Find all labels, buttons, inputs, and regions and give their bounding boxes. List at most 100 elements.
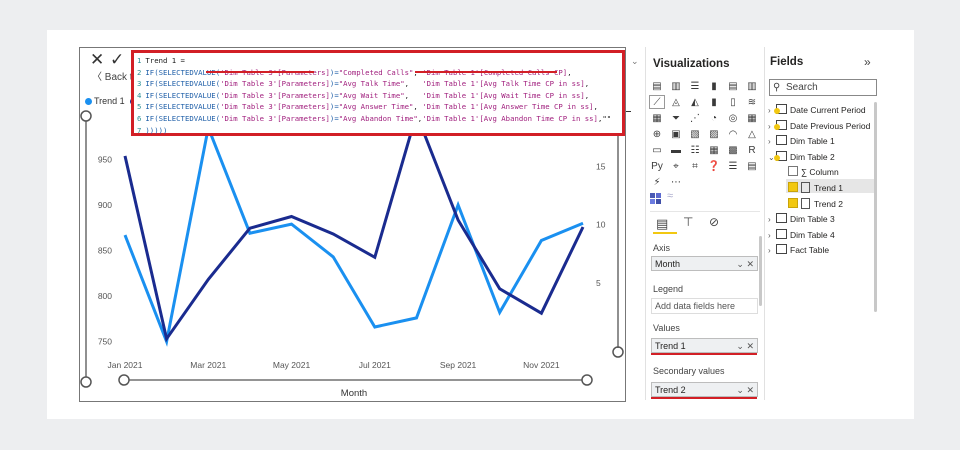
table-item[interactable]: ⌄ Dim Table 2 — [768, 150, 835, 162]
ribbon-chart-icon[interactable]: ≋ — [745, 96, 759, 108]
series-line-1 — [123, 122, 584, 347]
formula-line[interactable]: 6 IF(SELECTEDVALUE('Dim Table 3'[Paramete… — [137, 113, 622, 125]
formula-line[interactable]: 3 IF(SELECTEDVALUE('Dim Table 3'[Paramete… — [137, 78, 622, 90]
formula-token: , — [593, 102, 598, 112]
multirow-card-icon[interactable]: ▬ — [669, 144, 683, 156]
python-visual-icon[interactable]: Py — [650, 160, 664, 172]
stacked-area-icon[interactable]: ◭ — [688, 96, 702, 108]
chevron-right-icon[interactable]: › — [768, 137, 776, 146]
well-controls-icon[interactable]: ⌄ ✕ — [736, 339, 754, 354]
expand-formula-chevron-icon[interactable]: ⌄ — [631, 56, 639, 67]
clustered-column-icon[interactable]: ▮ — [707, 80, 721, 92]
vertical-slider-top-handle[interactable] — [80, 110, 92, 122]
formula-divider — [626, 111, 631, 112]
horizontal-slider-left-handle[interactable] — [118, 374, 130, 386]
line-column-icon[interactable]: ▮ — [707, 96, 721, 108]
secondary-values-highlight-underline — [651, 397, 757, 399]
formula-token: IF(SELECTEDVALUE( — [145, 79, 221, 89]
filled-map-icon[interactable]: ▣ — [669, 128, 683, 140]
chevron-right-icon[interactable]: › — [768, 246, 776, 255]
map-icon[interactable]: ⊕ — [650, 128, 664, 140]
table-item[interactable]: › Date Previous Period — [768, 119, 870, 131]
chevron-right-icon[interactable]: › — [768, 215, 776, 224]
arcgis-icon[interactable]: ▨ — [707, 128, 721, 140]
well-controls-icon[interactable]: ⌄ ✕ — [736, 383, 754, 398]
secondary-values-well-header: Secondary values — [653, 366, 725, 376]
100-column-icon[interactable]: ▥ — [745, 80, 759, 92]
shape-map-icon[interactable]: ▧ — [688, 128, 702, 140]
secondary-slider-bottom-handle[interactable] — [612, 346, 624, 358]
analytics-tab-icon[interactable]: ⊘ — [709, 215, 719, 229]
paginated-icon[interactable]: ▤ — [745, 160, 759, 172]
field-checkbox[interactable] — [788, 166, 798, 177]
viz-pane-scrollbar[interactable] — [759, 236, 762, 306]
narrative-icon[interactable]: ☰ — [726, 160, 740, 172]
slicer-icon[interactable]: ☷ — [688, 144, 702, 156]
formula-line[interactable]: 4 IF(SELECTEDVALUE('Dim Table 3'[Paramete… — [137, 90, 622, 102]
treemap-icon[interactable]: ▦ — [745, 112, 759, 124]
collapse-pane-icon[interactable]: » — [864, 55, 871, 69]
gauge-icon[interactable]: ◠ — [726, 128, 740, 140]
fields-search-input[interactable]: ⚲ Search — [769, 79, 877, 96]
table-item[interactable]: › Dim Table 4 — [768, 228, 835, 240]
axis-well-field[interactable]: Month ⌄ ✕ — [651, 256, 758, 271]
card-icon[interactable]: ▭ — [650, 144, 664, 156]
field-label: Dim Table 2 — [790, 151, 835, 162]
formula-token: "Completed Calls" — [338, 67, 414, 77]
field-checkbox[interactable] — [788, 197, 798, 208]
stacked-column-icon[interactable]: ▥ — [669, 80, 683, 92]
stacked-bar-icon[interactable]: ▤ — [650, 80, 664, 92]
table-icon — [774, 150, 787, 161]
kpi-icon[interactable]: △ — [745, 128, 759, 140]
key-influencers-icon[interactable]: ⌖ — [669, 160, 683, 172]
x-tick-label: Sep 2021 — [440, 360, 477, 370]
formula-line[interactable]: 5 IF(SELECTEDVALUE('Dim Table 3'[Paramete… — [137, 101, 622, 113]
vertical-slider-bottom-handle[interactable] — [80, 376, 92, 388]
qa-icon[interactable]: ❓ — [707, 160, 721, 172]
line-chart-icon[interactable]: ⟋ — [649, 95, 665, 109]
table-item[interactable]: › Dim Table 3 — [768, 213, 835, 224]
chevron-right-icon[interactable]: › — [768, 231, 776, 240]
legend-well-dropzone[interactable]: Add data fields here — [651, 298, 758, 314]
horizontal-slider-right-handle[interactable] — [581, 374, 593, 386]
100-bar-icon[interactable]: ▤ — [726, 80, 740, 92]
values-well-field[interactable]: Trend 1 ⌄ ✕ — [651, 338, 758, 353]
table-icon[interactable]: ▦ — [707, 144, 721, 156]
area-chart-icon[interactable]: ◬ — [669, 96, 683, 108]
matrix-icon[interactable]: ▩ — [726, 144, 740, 156]
well-controls-icon[interactable]: ⌄ ✕ — [736, 257, 754, 272]
field-item[interactable]: Trend 2 — [788, 197, 843, 209]
custom-visual-icon[interactable] — [650, 193, 662, 205]
ai-visual-icon[interactable]: ≈ — [667, 190, 673, 202]
decomposition-icon[interactable]: ⌗ — [688, 160, 702, 172]
formula-line[interactable]: 7))))) — [137, 125, 622, 137]
waterfall-icon[interactable]: ▦ — [650, 112, 664, 124]
format-tab-icon[interactable]: ⊤ — [683, 215, 693, 229]
power-apps-icon[interactable]: ⚡ — [650, 176, 664, 188]
donut-icon[interactable]: ◎ — [726, 112, 740, 124]
table-item[interactable]: › Dim Table 1 — [768, 135, 835, 146]
line-clustered-icon[interactable]: ▯ — [726, 96, 740, 108]
table-item[interactable]: › Date Current Period — [768, 104, 866, 115]
r-visual-icon[interactable]: R — [745, 144, 759, 156]
fields-tab-icon[interactable]: ▤ — [656, 216, 668, 232]
table-item[interactable]: › Fact Table — [768, 244, 829, 255]
fields-pane-scrollbar[interactable] — [874, 102, 877, 312]
field-checkbox[interactable] — [788, 182, 798, 192]
more-visuals-icon[interactable]: ⋯ — [669, 176, 683, 188]
x-axis-title: Month — [341, 388, 367, 399]
pie-icon[interactable]: ◔ — [707, 112, 721, 124]
legend-well-header: Legend — [653, 284, 684, 294]
formula-token: "Avg Answer Time" — [338, 102, 414, 112]
table-icon — [776, 213, 787, 224]
dax-formula-editor[interactable]: 1Trend 1 =2IF(SELECTEDVALUE('Dim Table 3… — [131, 50, 625, 136]
formula-token: 'Dim Table 3'[Parameters] — [220, 113, 330, 123]
field-item[interactable]: Trend 1 — [788, 182, 843, 193]
secondary-values-well-field[interactable]: Trend 2 ⌄ ✕ — [651, 382, 758, 397]
formula-line[interactable]: 1 Trend 1 = — [137, 55, 622, 67]
scatter-icon[interactable]: ⋰ — [688, 112, 702, 124]
y-tick-label: 850 — [98, 246, 112, 256]
clustered-bar-icon[interactable]: ☰ — [688, 80, 702, 92]
funnel-icon[interactable]: ⏷ — [669, 112, 683, 124]
field-item[interactable]: ∑ Column — [788, 166, 839, 177]
